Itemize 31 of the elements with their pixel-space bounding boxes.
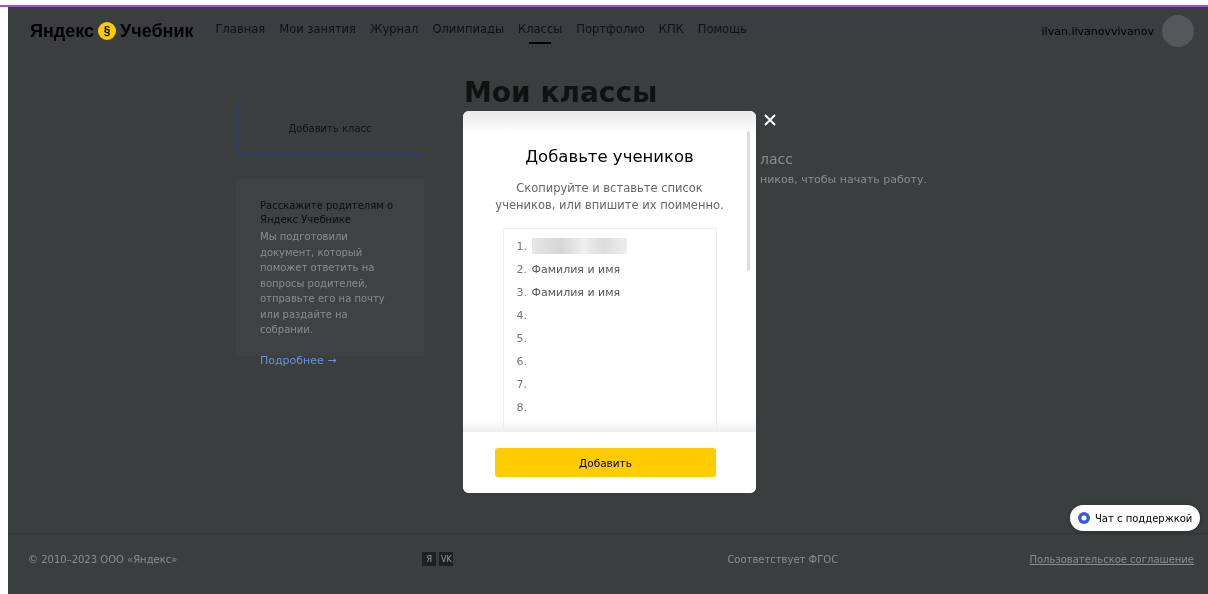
section-text: ласс: [760, 151, 794, 167]
close-icon[interactable]: [762, 112, 778, 128]
list-number: 7.: [516, 377, 528, 391]
avatar[interactable]: [1162, 15, 1194, 47]
modal-title: Добавьте учеников: [525, 147, 694, 166]
username[interactable]: ilvan.ilvanovvivanov: [1041, 24, 1154, 38]
list-number: 2.: [516, 262, 528, 276]
logo-badge: §: [98, 22, 117, 40]
logo-text: Учебник: [120, 20, 194, 42]
chat-icon: [1078, 512, 1090, 524]
modal-description: Скопируйте и вставьте список учеников, или впишите их поименно.: [494, 180, 725, 214]
social-link[interactable]: Я: [422, 552, 437, 566]
logo-text: Яндекс: [30, 20, 95, 42]
chat-button[interactable]: Чат с поддержкой: [1070, 505, 1201, 531]
section-hint: ников, чтобы начать работу.: [760, 173, 927, 186]
social-link[interactable]: VK: [439, 552, 454, 566]
more-link[interactable]: Подробнее →: [260, 353, 400, 367]
list-number: 3.: [516, 285, 528, 299]
list-number: 8.: [516, 400, 528, 414]
student-name-field[interactable]: Фамилия и имя: [531, 262, 692, 276]
list-number: 1.: [516, 239, 528, 253]
list-number: 5.: [516, 331, 528, 345]
standard-text: Соответствует ФГОС: [727, 553, 839, 565]
student-name-field[interactable]: Фамилия и имя: [531, 285, 692, 299]
add-button[interactable]: Добавить: [495, 448, 716, 477]
agreement-link[interactable]: Пользовательское соглашение: [1029, 553, 1194, 565]
info-text: Мы подготовили документ, который поможет ответить на вопросы родителей, отправьте его на почту или раздайте на собрании.: [260, 230, 386, 337]
copyright-text: © 2010–2023 ООО «Яндекс»: [28, 553, 178, 565]
scrollbar[interactable]: [747, 131, 750, 271]
list-number: 4.: [516, 308, 528, 322]
list-number: 6.: [516, 354, 528, 368]
